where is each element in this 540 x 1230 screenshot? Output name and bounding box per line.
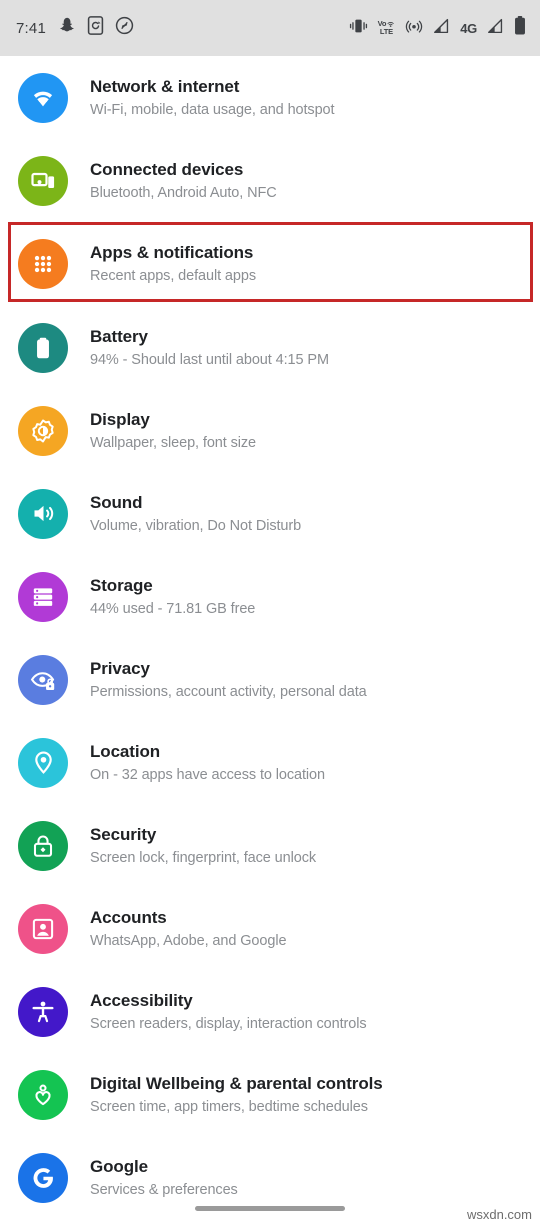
settings-row-text: Privacy Permissions, account activity, p… xyxy=(90,658,367,702)
status-bar: 7:41 Vo LTE 4G xyxy=(0,0,540,56)
wellbeing-icon xyxy=(18,1069,68,1120)
settings-row-subtitle: Permissions, account activity, personal … xyxy=(90,683,367,700)
settings-row-subtitle: Services & preferences xyxy=(90,1181,238,1198)
settings-row-subtitle: 44% used - 71.81 GB free xyxy=(90,600,256,617)
settings-row-digital-wellbeing[interactable]: Digital Wellbeing & parental controls Sc… xyxy=(0,1053,540,1136)
volte-icon: Vo LTE xyxy=(378,20,396,36)
settings-row-display[interactable]: Display Wallpaper, sleep, font size xyxy=(0,389,540,472)
settings-row-subtitle: On - 32 apps have access to location xyxy=(90,766,325,783)
battery-icon xyxy=(514,16,526,40)
status-bar-left: 7:41 xyxy=(16,16,134,40)
settings-row-connected-devices[interactable]: Connected devices Bluetooth, Android Aut… xyxy=(0,139,540,222)
settings-row-subtitle: Volume, vibration, Do Not Disturb xyxy=(90,517,302,534)
settings-row-text: Google Services & preferences xyxy=(90,1156,238,1200)
signal-icon xyxy=(433,18,450,39)
settings-row-sound[interactable]: Sound Volume, vibration, Do Not Disturb xyxy=(0,472,540,555)
settings-row-security[interactable]: Security Screen lock, fingerprint, face … xyxy=(0,804,540,887)
settings-row-text: Storage 44% used - 71.81 GB free xyxy=(90,575,255,619)
settings-row-subtitle: Wallpaper, sleep, font size xyxy=(90,434,257,451)
status-time: 7:41 xyxy=(16,19,46,37)
settings-row-accounts[interactable]: Accounts WhatsApp, Adobe, and Google xyxy=(0,887,540,970)
battery-icon xyxy=(18,322,68,373)
settings-row-title: Connected devices xyxy=(90,159,244,179)
settings-row-text: Network & internet Wi-Fi, mobile, data u… xyxy=(90,76,335,120)
settings-row-accessibility[interactable]: Accessibility Screen readers, display, i… xyxy=(0,970,540,1053)
settings-row-title: Storage xyxy=(90,575,153,595)
volte-bottom-label: LTE xyxy=(379,27,393,36)
settings-screen: 7:41 Vo LTE 4G Network & internet Wi-Fi,… xyxy=(0,0,540,1230)
watermark: wsxdn.com xyxy=(466,1207,532,1222)
settings-row-text: Display Wallpaper, sleep, font size xyxy=(90,409,256,453)
settings-row-subtitle: 94% - Should last until about 4:15 PM xyxy=(90,351,329,368)
settings-row-subtitle: Screen lock, fingerprint, face unlock xyxy=(90,849,316,866)
settings-row-title: Privacy xyxy=(90,658,150,678)
settings-row-battery[interactable]: Battery 94% - Should last until about 4:… xyxy=(0,306,540,389)
location-pin-icon xyxy=(18,737,68,788)
settings-row-apps-notifications[interactable]: Apps & notifications Recent apps, defaul… xyxy=(0,222,540,306)
settings-row-title: Location xyxy=(90,741,161,761)
signal-icon xyxy=(487,18,504,39)
devices-icon xyxy=(18,155,68,206)
status-bar-right: Vo LTE 4G xyxy=(349,16,526,40)
brightness-icon xyxy=(18,405,68,456)
hotspot-icon xyxy=(405,17,423,40)
apps-grid-icon xyxy=(18,239,68,289)
settings-row-storage[interactable]: Storage 44% used - 71.81 GB free xyxy=(0,555,540,638)
network-4g-icon: 4G xyxy=(460,20,477,36)
lock-icon xyxy=(18,820,68,871)
settings-row-text: Security Screen lock, fingerprint, face … xyxy=(90,824,316,868)
settings-row-text: Sound Volume, vibration, Do Not Disturb xyxy=(90,492,301,536)
shazam-icon xyxy=(115,16,134,40)
settings-row-subtitle: Bluetooth, Android Auto, NFC xyxy=(90,184,277,201)
settings-row-text: Apps & notifications Recent apps, defaul… xyxy=(90,242,256,286)
navigation-bar xyxy=(0,1198,540,1218)
settings-row-title: Display xyxy=(90,409,150,429)
settings-row-title: Sound xyxy=(90,492,143,512)
settings-row-title: Battery xyxy=(90,326,148,346)
settings-row-subtitle: Screen time, app timers, bedtime schedul… xyxy=(90,1098,368,1115)
settings-row-title: Accounts xyxy=(90,907,167,927)
settings-row-text: Location On - 32 apps have access to loc… xyxy=(90,741,325,785)
settings-row-location[interactable]: Location On - 32 apps have access to loc… xyxy=(0,721,540,804)
settings-row-text: Accessibility Screen readers, display, i… xyxy=(90,990,367,1034)
settings-row-text: Accounts WhatsApp, Adobe, and Google xyxy=(90,907,287,951)
account-icon xyxy=(18,903,68,954)
settings-row-text: Connected devices Bluetooth, Android Aut… xyxy=(90,159,277,203)
wifi-icon xyxy=(18,72,68,123)
google-g-icon xyxy=(18,1152,68,1203)
volume-icon xyxy=(18,488,68,539)
storage-icon xyxy=(18,571,68,622)
screen-record-icon xyxy=(87,16,104,40)
home-gesture-pill[interactable] xyxy=(195,1205,345,1211)
settings-row-text: Battery 94% - Should last until about 4:… xyxy=(90,326,329,370)
settings-row-subtitle: WhatsApp, Adobe, and Google xyxy=(90,932,287,949)
settings-row-subtitle: Screen readers, display, interaction con… xyxy=(90,1015,367,1032)
settings-row-text: Digital Wellbeing & parental controls Sc… xyxy=(90,1073,383,1117)
vibrate-icon xyxy=(349,18,368,39)
snapchat-icon xyxy=(57,16,76,40)
settings-row-subtitle: Recent apps, default apps xyxy=(90,268,256,284)
settings-row-title: Google xyxy=(90,1156,148,1176)
settings-row-privacy[interactable]: Privacy Permissions, account activity, p… xyxy=(0,638,540,721)
settings-list: Network & internet Wi-Fi, mobile, data u… xyxy=(0,56,540,1219)
settings-row-title: Network & internet xyxy=(90,76,240,96)
settings-row-network-internet[interactable]: Network & internet Wi-Fi, mobile, data u… xyxy=(0,56,540,139)
settings-row-title: Apps & notifications xyxy=(90,243,254,262)
settings-row-subtitle: Wi-Fi, mobile, data usage, and hotspot xyxy=(90,101,335,118)
settings-row-title: Digital Wellbeing & parental controls xyxy=(90,1073,383,1093)
privacy-eye-icon xyxy=(18,654,68,705)
settings-row-title: Security xyxy=(90,824,157,844)
accessibility-icon xyxy=(18,986,68,1037)
settings-row-title: Accessibility xyxy=(90,990,193,1010)
